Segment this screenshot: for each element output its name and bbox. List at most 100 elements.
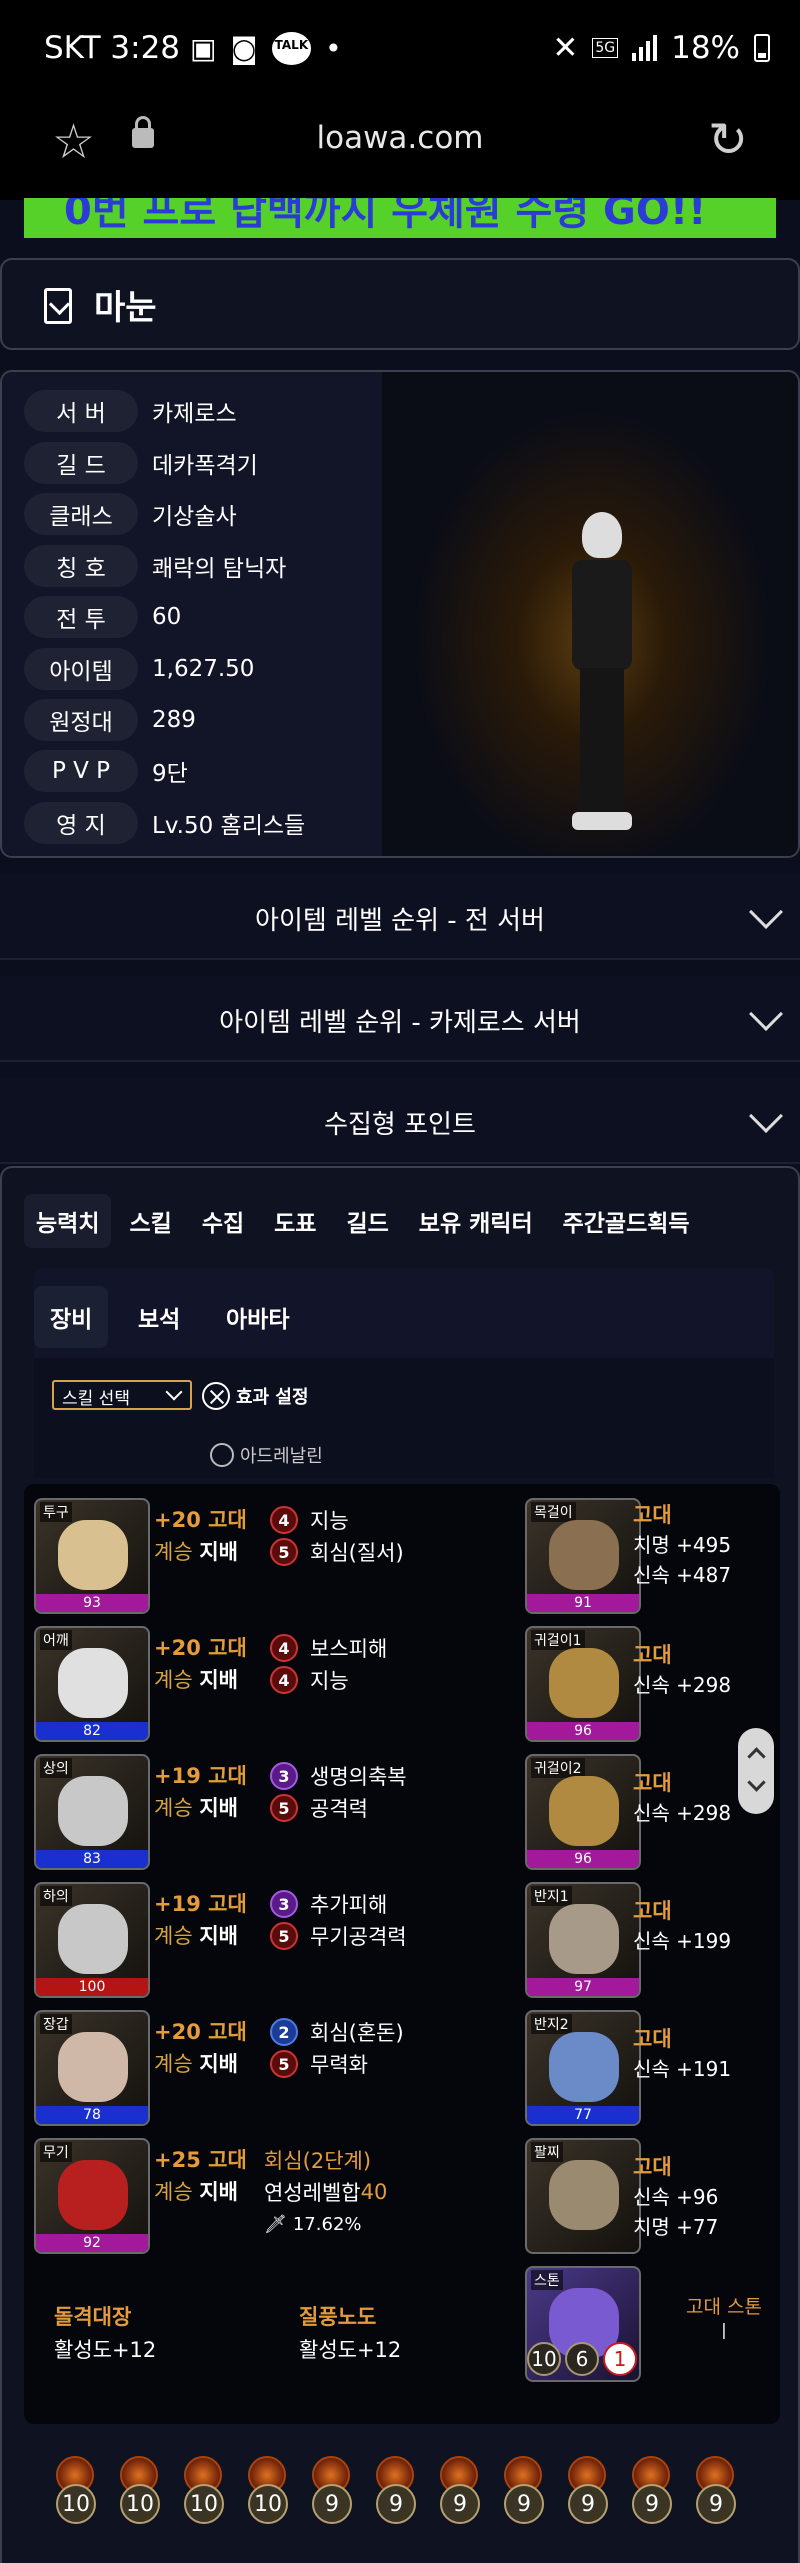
scroll-handle[interactable] — [738, 1728, 774, 1814]
stone-label: 고대 스톤 — [686, 2296, 762, 2318]
accordion-collection[interactable]: 수집형 포인트 — [0, 1078, 800, 1164]
acc-slot-ring2[interactable]: 반지2 77 — [525, 2010, 641, 2126]
acc-stat: 신속 +487 — [633, 1563, 732, 1587]
ark-name: 돌격대장 — [54, 2305, 132, 2329]
info-key: 전 투 — [24, 596, 138, 638]
gem-item[interactable]: 9 — [434, 2456, 484, 2526]
quality-bar: 93 — [36, 1594, 148, 1612]
equip-slot-gloves[interactable]: 장갑 78 — [34, 2010, 150, 2126]
tab-guild[interactable]: 길드 — [334, 1194, 400, 1248]
info-value: Lv.50 홈리스들 — [152, 813, 306, 839]
acc-slot-necklace[interactable]: 목걸이 91 — [525, 1498, 641, 1614]
effect-level: 2 — [270, 2018, 298, 2046]
info-key: P V P — [24, 750, 138, 792]
accordion-rank-all[interactable]: 아이템 레벨 순위 - 전 서버 — [0, 874, 800, 960]
gem-item[interactable]: 9 — [626, 2456, 676, 2526]
gem-item[interactable]: 9 — [562, 2456, 612, 2526]
gem-row: 10 10 10 10 9 9 9 9 9 9 9 — [50, 2456, 740, 2526]
subtab-equipment[interactable]: 장비 — [34, 1286, 109, 1348]
acc-slot-stone[interactable]: 스톤 10 6 1 — [525, 2266, 641, 2382]
reload-icon[interactable]: ↻ — [708, 112, 748, 168]
slot-name: 스톤 — [531, 2270, 563, 2290]
acc-stat: 신속 +298 — [633, 1801, 732, 1825]
effect-level: 4 — [270, 1506, 298, 1534]
elixir-total-label: 연성레벨합 — [264, 2181, 361, 2205]
info-list: 서 버 카제로스 길 드 데카폭격기 클래스 기상술사 칭 호 쾌락의 탐닉자 전 투 6… — [2, 372, 382, 856]
subtab-avatar[interactable]: 아바타 — [210, 1286, 305, 1348]
gem-item[interactable]: 9 — [370, 2456, 420, 2526]
equip-slot-helmet[interactable]: 투구 93 — [34, 1498, 150, 1614]
character-info-panel: 서 버 카제로스 길 드 데카폭격기 클래스 기상술사 칭 호 쾌락의 탐닉자 전 투 6… — [0, 370, 800, 858]
upgrade-label: +25 고대 — [154, 2148, 247, 2172]
equip-slot-top[interactable]: 상의 83 — [34, 1754, 150, 1870]
chevron-down-icon — [165, 1383, 183, 1401]
accordion-label: 아이템 레벨 순위 - 카제로스 서버 — [219, 1008, 581, 1038]
gem-item[interactable]: 10 — [178, 2456, 228, 2526]
info-value[interactable]: 데카폭격기 — [152, 446, 258, 480]
info-key: 원정대 — [24, 699, 138, 741]
tab-skills[interactable]: 스킬 — [117, 1194, 183, 1248]
set-name: 지배 — [199, 1796, 238, 1820]
tab-charts[interactable]: 도표 — [262, 1194, 328, 1248]
skill-select[interactable]: 스킬 선택 — [52, 1380, 192, 1410]
equip-slot-shoulder[interactable]: 어깨 82 — [34, 1626, 150, 1742]
gem-item[interactable]: 10 — [50, 2456, 100, 2526]
url-bar[interactable]: loawa.com — [0, 120, 800, 156]
effect-setting-button[interactable]: 효과 설정 — [202, 1382, 309, 1410]
effect-level: 3 — [270, 1762, 298, 1790]
subtab-gems[interactable]: 보석 — [122, 1286, 196, 1348]
equip-slot-weapon[interactable]: 무기 92 — [34, 2138, 150, 2254]
equip-info: +20 고대 계승 지배 — [154, 2016, 274, 2080]
gem-item[interactable]: 10 — [242, 2456, 292, 2526]
quality-bar: 91 — [527, 1594, 639, 1612]
gem-item[interactable]: 9 — [690, 2456, 740, 2526]
info-key: 서 버 — [24, 390, 138, 432]
effect-name: 추가피해 — [310, 1893, 388, 1917]
equip-info: +20 고대 계승 지배 — [154, 1504, 274, 1568]
acc-slot-earring2[interactable]: 귀걸이2 96 — [525, 1754, 641, 1870]
set-label: 계승 — [154, 1668, 193, 1692]
info-value: 카제로스 — [152, 401, 237, 427]
quality-bar: 77 — [527, 2106, 639, 2124]
weapon-info: +25 고대 계승 지배 — [154, 2144, 274, 2208]
tab-weekly-gold[interactable]: 주간골드획득 — [551, 1194, 702, 1248]
effect-row: 5 무기공격력 — [270, 1920, 407, 1952]
tab-collection[interactable]: 수집 — [190, 1194, 256, 1248]
equip-slot-bottom[interactable]: 하의 100 — [34, 1882, 150, 1998]
tab-stats[interactable]: 능력치 — [24, 1194, 112, 1248]
gem-item[interactable]: 9 — [306, 2456, 356, 2526]
talk-icon: TALK — [271, 32, 312, 65]
elixir-total: 연성레벨합 40 — [264, 2176, 387, 2208]
set-name: 지배 — [199, 1668, 238, 1692]
gem-item[interactable]: 10 — [114, 2456, 164, 2526]
bookmark-icon[interactable] — [44, 288, 72, 324]
ark-value: 활성도+12 — [54, 2338, 157, 2362]
effect-name: 지능 — [310, 1509, 349, 1533]
status-right: ✕ 5G 18% — [552, 30, 770, 66]
adrenaline-radio[interactable]: 아드레날린 — [210, 1442, 323, 1468]
acc-grade: 고대 — [633, 1899, 672, 1923]
set-name: 지배 — [199, 1540, 238, 1564]
tab-characters[interactable]: 보유 캐릭터 — [407, 1194, 545, 1248]
effect-name: 공격력 — [310, 1797, 368, 1821]
slot-name: 반지1 — [531, 1886, 572, 1906]
effect-name: 지능 — [310, 1669, 349, 1693]
slot-name: 상의 — [40, 1758, 72, 1778]
acc-stat: 신속 +298 — [633, 1673, 732, 1697]
info-row: 서 버 카제로스 — [24, 390, 237, 432]
slot-name: 하의 — [40, 1886, 72, 1906]
ad-banner[interactable]: 0번 프로 답백까지 우체원 수령 GO!! — [24, 198, 776, 238]
gem-item[interactable]: 9 — [498, 2456, 548, 2526]
acc-slot-earring1[interactable]: 귀걸이1 96 — [525, 1626, 641, 1742]
gloves-icon — [58, 2032, 128, 2102]
info-key: 클래스 — [24, 493, 138, 535]
bracelet-icon — [549, 2160, 619, 2230]
notification-icons: ▣ ◙ TALK • — [190, 32, 342, 65]
gem-level: 9 — [568, 2484, 608, 2524]
acc-slot-bracelet[interactable]: 팔찌 — [525, 2138, 641, 2254]
accordion-label: 아이템 레벨 순위 - 전 서버 — [255, 906, 545, 936]
effect-row: 3 생명의축복 — [270, 1760, 407, 1792]
accordion-rank-server[interactable]: 아이템 레벨 순위 - 카제로스 서버 — [0, 976, 800, 1062]
transcend-value: 17.62% — [292, 2213, 362, 2235]
acc-slot-ring1[interactable]: 반지1 97 — [525, 1882, 641, 1998]
